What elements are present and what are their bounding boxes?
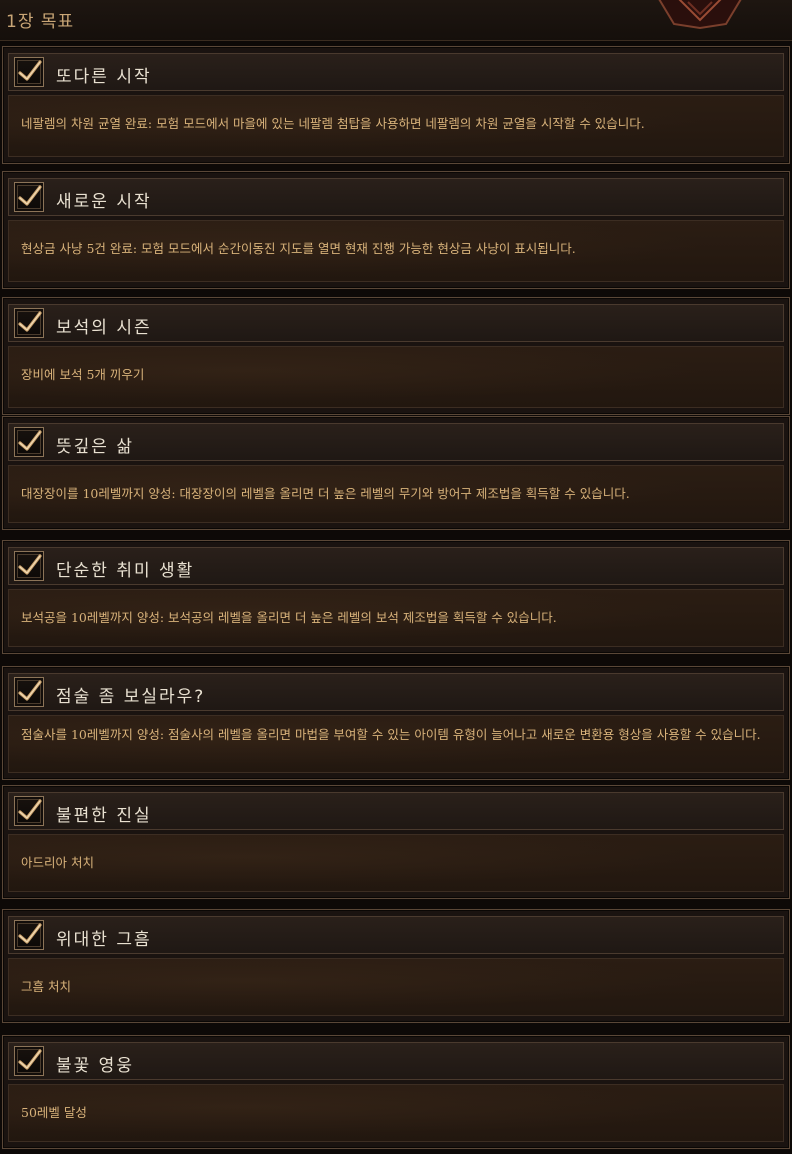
achievement-header: 보석의 시즌 (8, 304, 784, 342)
achievement-card: 위대한 그흠그흠 처치 (2, 909, 790, 1023)
completion-checkbox (14, 677, 44, 707)
achievement-title: 새로운 시작 (56, 192, 152, 212)
achievement-header: 불편한 진실 (8, 792, 784, 830)
achievement-header: 단순한 취미 생활 (8, 547, 784, 585)
achievement-description: 현상금 사냥 5건 완료: 모험 모드에서 순간이동진 지도를 열면 현재 진행… (21, 241, 576, 256)
achievement-body: 네팔렘의 차원 균열 완료: 모험 모드에서 마을에 있는 네팔렘 첨탑을 사용… (8, 95, 784, 157)
achievement-title: 점술 좀 보실라우? (56, 687, 206, 707)
achievement-title: 불꽃 영웅 (56, 1056, 134, 1076)
completion-checkbox (14, 57, 44, 87)
achievement-title: 위대한 그흠 (56, 930, 152, 950)
achievement-card: 보석의 시즌장비에 보석 5개 끼우기 (2, 297, 790, 415)
achievement-body: 50레벨 달성 (8, 1084, 784, 1142)
achievement-header: 또다른 시작 (8, 53, 784, 91)
chapter-title: 1장 목표 (6, 12, 75, 32)
achievement-description: 그흠 처치 (21, 979, 71, 994)
achievement-card: 뜻깊은 삶대장장이를 10레벨까지 양성: 대장장이의 레벨을 올리면 더 높은… (2, 416, 790, 530)
achievement-header: 위대한 그흠 (8, 916, 784, 954)
achievement-description: 보석공을 10레벨까지 양성: 보석공의 레벨을 올리면 더 높은 레벨의 보석… (21, 610, 557, 625)
achievement-header: 점술 좀 보실라우? (8, 673, 784, 711)
achievement-card: 또다른 시작네팔렘의 차원 균열 완료: 모험 모드에서 마을에 있는 네팔렘 … (2, 46, 790, 164)
achievement-body: 현상금 사냥 5건 완료: 모험 모드에서 순간이동진 지도를 열면 현재 진행… (8, 220, 784, 282)
achievement-card: 불꽃 영웅 50레벨 달성 (2, 1035, 790, 1149)
achievement-body: 그흠 처치 (8, 958, 784, 1016)
achievement-header: 뜻깊은 삶 (8, 423, 784, 461)
achievement-description: 점술사를 10레벨까지 양성: 점술사의 레벨을 올리면 마법을 부여할 수 있… (21, 727, 761, 742)
achievement-body: 대장장이를 10레벨까지 양성: 대장장이의 레벨을 올리면 더 높은 레벨의 … (8, 465, 784, 523)
achievement-card: 불편한 진실아드리아 처치 (2, 785, 790, 899)
achievement-header: 불꽃 영웅 (8, 1042, 784, 1080)
completion-checkbox (14, 551, 44, 581)
achievement-description: 대장장이를 10레벨까지 양성: 대장장이의 레벨을 올리면 더 높은 레벨의 … (21, 486, 630, 501)
objectives-header: 1장 목표 (0, 0, 792, 41)
achievement-card: 새로운 시작현상금 사냥 5건 완료: 모험 모드에서 순간이동진 지도를 열면… (2, 171, 790, 289)
achievement-title: 뜻깊은 삶 (56, 437, 134, 457)
achievement-title: 보석의 시즌 (56, 318, 152, 338)
achievement-description: 아드리아 처치 (21, 855, 94, 870)
achievement-card: 단순한 취미 생활보석공을 10레벨까지 양성: 보석공의 레벨을 올리면 더 … (2, 540, 790, 654)
achievement-card: 점술 좀 보실라우? 점술사를 10레벨까지 양성: 점술사의 레벨을 올리면 마… (2, 666, 790, 780)
achievement-title: 단순한 취미 생활 (56, 561, 195, 581)
completion-checkbox (14, 920, 44, 950)
completion-checkbox (14, 1046, 44, 1076)
achievement-body: 장비에 보석 5개 끼우기 (8, 346, 784, 408)
achievement-body: 보석공을 10레벨까지 양성: 보석공의 레벨을 올리면 더 높은 레벨의 보석… (8, 589, 784, 647)
achievement-body: 아드리아 처치 (8, 834, 784, 892)
achievement-title: 불편한 진실 (56, 806, 152, 826)
completion-checkbox (14, 182, 44, 212)
completion-checkbox (14, 427, 44, 457)
achievement-description: 50레벨 달성 (21, 1105, 87, 1120)
achievement-description: 장비에 보석 5개 끼우기 (21, 367, 145, 382)
achievement-header: 새로운 시작 (8, 178, 784, 216)
completion-checkbox (14, 308, 44, 338)
achievement-title: 또다른 시작 (56, 67, 152, 87)
completion-checkbox (14, 796, 44, 826)
emblem-icon (658, 0, 742, 30)
achievement-body: 점술사를 10레벨까지 양성: 점술사의 레벨을 올리면 마법을 부여할 수 있… (8, 715, 784, 773)
achievement-description: 네팔렘의 차원 균열 완료: 모험 모드에서 마을에 있는 네팔렘 첨탑을 사용… (21, 116, 645, 131)
